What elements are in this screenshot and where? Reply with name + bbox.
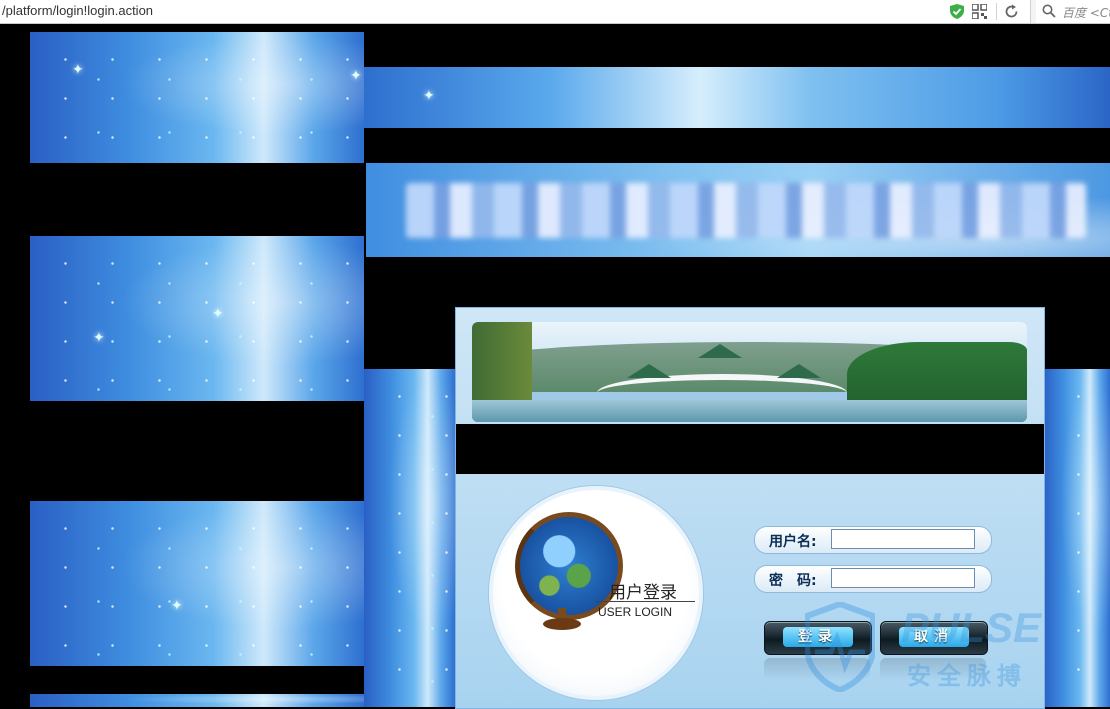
- cancel-button-label: 取消: [899, 627, 969, 647]
- photo-bridge: [597, 374, 847, 412]
- divider: [595, 601, 695, 602]
- login-title-en: USER LOGIN: [598, 605, 673, 619]
- background-tile: [1043, 369, 1110, 707]
- url-field[interactable]: /platform/login!login.action: [0, 0, 1031, 23]
- background-tile: [30, 236, 364, 401]
- star-decoration: ✦: [212, 306, 224, 322]
- banner-strip: [364, 67, 1110, 128]
- star-decoration: ✦: [93, 330, 105, 346]
- star-decoration: ✦: [350, 68, 362, 84]
- username-label: 用户名:: [769, 534, 817, 550]
- star-decoration: ✦: [72, 62, 84, 78]
- button-reflection: [880, 658, 986, 680]
- login-title-cn: 用户登录: [609, 583, 677, 603]
- scenery-banner-image: [472, 322, 1027, 422]
- search-placeholder: 百度 <Ct: [1062, 6, 1110, 20]
- globe-base: [543, 618, 581, 630]
- username-input[interactable]: [831, 529, 975, 549]
- banner-title-area: [366, 163, 1110, 257]
- star-decoration: ✦: [423, 88, 435, 104]
- password-label: 密 码:: [769, 573, 817, 589]
- password-input[interactable]: [831, 568, 975, 588]
- background-tile: [30, 501, 364, 666]
- search-field[interactable]: 百度 <Ct: [1036, 0, 1110, 23]
- search-icon[interactable]: [1042, 4, 1056, 18]
- globe-logo: 用户登录 USER LOGIN: [489, 486, 703, 700]
- browser-address-bar: /platform/login!login.action 百度 <Ct: [0, 0, 1110, 24]
- shield-icon[interactable]: [950, 4, 964, 19]
- separator: [996, 3, 997, 20]
- login-panel: 用户登录 USER LOGIN 用户名: 密 码: 登录 取消: [455, 307, 1045, 709]
- url-text[interactable]: /platform/login!login.action: [2, 3, 153, 18]
- button-reflection: [764, 658, 870, 680]
- qr-code-icon[interactable]: [972, 4, 987, 19]
- password-row: 密 码:: [754, 565, 992, 593]
- globe-icon: [515, 512, 623, 620]
- redacted-band: [456, 424, 1044, 474]
- photo-pavilion: [777, 364, 821, 378]
- blurred-system-title: [406, 183, 1086, 238]
- background-tile: [30, 694, 364, 707]
- photo-pavilion: [627, 364, 671, 378]
- photo-pavilion: [698, 344, 742, 358]
- login-button[interactable]: 登录: [764, 621, 872, 655]
- cancel-button[interactable]: 取消: [880, 621, 988, 655]
- login-button-label: 登录: [783, 627, 853, 647]
- background-tile: [364, 369, 455, 707]
- username-row: 用户名:: [754, 526, 992, 554]
- refresh-icon[interactable]: [1004, 4, 1019, 19]
- star-decoration: ✦: [171, 598, 183, 614]
- background-tile: [30, 32, 364, 163]
- login-page: ✦ ✦ ✦ ✦ ✦ ✦ 用户登录 USER LOGIN 用户名: 密 码: 登录…: [0, 24, 1110, 709]
